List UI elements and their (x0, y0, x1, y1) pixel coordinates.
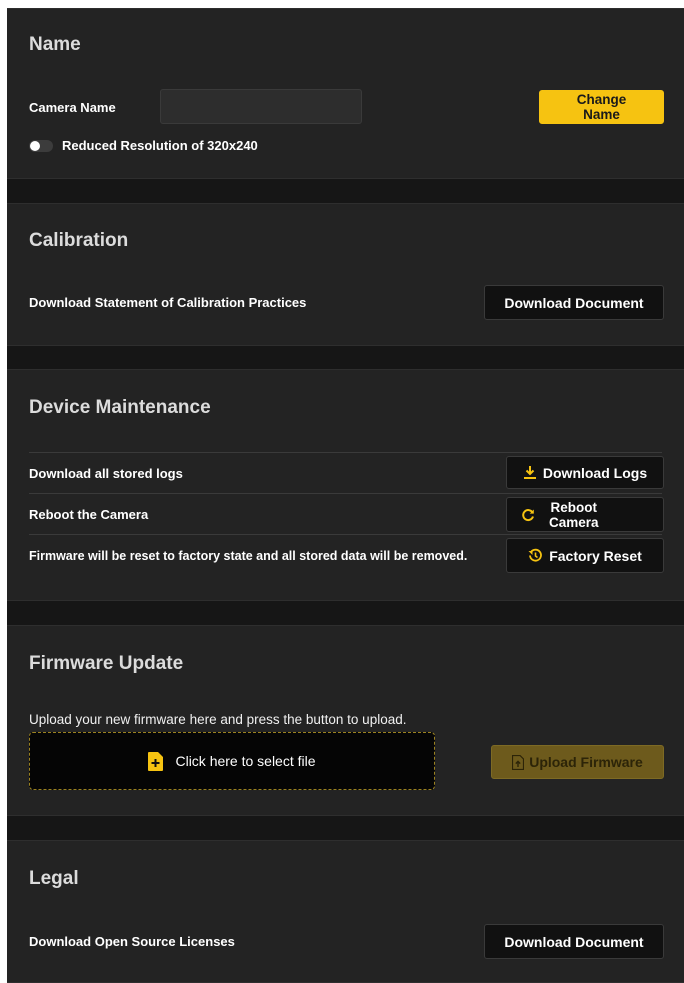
calibration-title: Calibration (29, 230, 129, 251)
name-section-title: Name (29, 34, 81, 55)
change-name-label-line2: Name (583, 107, 620, 122)
change-name-label-line1: Change (576, 92, 627, 107)
reduced-resolution-toggle[interactable] (29, 140, 53, 152)
upload-firmware-label: Upload Firmware (529, 754, 643, 770)
reboot-camera-button[interactable]: Reboot Camera (506, 497, 664, 532)
divider (29, 493, 662, 494)
firmware-file-dropzone[interactable]: Click here to select file (29, 732, 435, 790)
toggle-knob (30, 141, 40, 151)
divider (29, 452, 662, 453)
download-icon (523, 465, 537, 480)
refresh-icon (521, 508, 535, 522)
dropzone-label: Click here to select file (175, 753, 316, 769)
camera-name-label: Camera Name (29, 100, 116, 115)
file-upload-icon (512, 754, 525, 770)
legal-description: Download Open Source Licenses (29, 934, 235, 949)
upload-firmware-button[interactable]: Upload Firmware (491, 745, 664, 779)
history-icon (528, 548, 543, 563)
legal-section: Legal Download Open Source Licenses Down… (7, 840, 684, 983)
download-logs-label: Download Logs (542, 464, 648, 481)
factory-reset-label: Factory Reset (549, 547, 642, 564)
firmware-update-section: Firmware Update Upload your new firmware… (7, 625, 684, 816)
camera-name-input[interactable] (160, 89, 362, 124)
reboot-label-line2: Camera (549, 514, 599, 530)
file-add-icon (148, 751, 164, 771)
settings-page: Name Camera Name Change Name Reduced Res… (7, 8, 684, 983)
device-maintenance-section: Device Maintenance Download all stored l… (7, 369, 684, 601)
device-maintenance-title: Device Maintenance (29, 397, 211, 418)
firmware-instructions: Upload your new firmware here and press … (29, 712, 407, 727)
factory-reset-description: Firmware will be reset to factory state … (29, 549, 468, 563)
reduced-resolution-label: Reduced Resolution of 320x240 (62, 138, 258, 153)
download-licenses-document-button[interactable]: Download Document (484, 924, 664, 959)
reboot-camera-label: Reboot Camera (549, 500, 599, 530)
name-section: Name Camera Name Change Name Reduced Res… (7, 8, 684, 179)
change-name-button[interactable]: Change Name (539, 90, 664, 124)
firmware-update-title: Firmware Update (29, 653, 184, 674)
divider (29, 534, 662, 535)
download-logs-button[interactable]: Download Logs (506, 456, 664, 489)
calibration-description: Download Statement of Calibration Practi… (29, 295, 307, 310)
legal-title: Legal (29, 868, 79, 889)
calibration-section: Calibration Download Statement of Calibr… (7, 203, 684, 346)
factory-reset-button[interactable]: Factory Reset (506, 538, 664, 573)
reboot-label-line1: Reboot (550, 499, 598, 515)
download-calibration-document-button[interactable]: Download Document (484, 285, 664, 320)
download-logs-description: Download all stored logs (29, 466, 183, 481)
reboot-description: Reboot the Camera (29, 507, 149, 522)
